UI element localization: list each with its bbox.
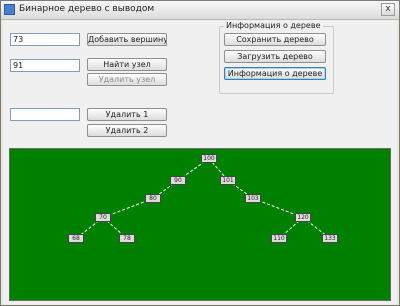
tree-node: 103 (245, 194, 261, 203)
tree-node: 78 (119, 234, 135, 243)
tree-info-group-title: Информация о дереве (224, 21, 323, 30)
tree-node: 68 (68, 234, 84, 243)
add-vertex-button[interactable]: Добавить вершину (87, 33, 167, 46)
find-value-input[interactable]: 91 (10, 59, 80, 72)
tree-canvas: 100 90 101 80 103 70 120 68 78 110 133 (9, 148, 391, 301)
tree-info-button[interactable]: Информация о дереве (224, 67, 326, 80)
title-bar[interactable]: Бинарное дерево с выводом x (1, 1, 399, 20)
remove-2-button[interactable]: Удалить 2 (87, 124, 167, 137)
delete-node-button[interactable]: Удалить узел (87, 73, 167, 86)
tree-node: 90 (170, 176, 186, 185)
tree-node: 110 (271, 234, 287, 243)
app-window: Бинарное дерево с выводом x 73 Добавить … (0, 0, 400, 306)
tree-info-group: Информация о дереве Сохранить дерево Заг… (219, 21, 334, 94)
window-title: Бинарное дерево с выводом (19, 4, 155, 14)
tree-node: 133 (322, 234, 338, 243)
load-tree-button[interactable]: Загрузить дерево (224, 50, 326, 63)
find-node-button[interactable]: Найти узел (87, 58, 167, 71)
tree-node: 100 (201, 154, 217, 163)
remove-value-input[interactable] (10, 108, 80, 121)
close-button[interactable]: x (381, 3, 395, 16)
client-area: 73 Добавить вершину 91 Найти узел Удалит… (3, 20, 397, 304)
tree-node: 70 (95, 213, 111, 222)
remove-1-button[interactable]: Удалить 1 (87, 108, 167, 121)
tree-node: 101 (220, 176, 236, 185)
add-value-input[interactable]: 73 (10, 33, 80, 46)
tree-node: 80 (145, 194, 161, 203)
tree-node: 120 (295, 213, 311, 222)
app-icon (4, 4, 15, 15)
tree-edges (75, 158, 331, 239)
save-tree-button[interactable]: Сохранить дерево (224, 33, 326, 46)
